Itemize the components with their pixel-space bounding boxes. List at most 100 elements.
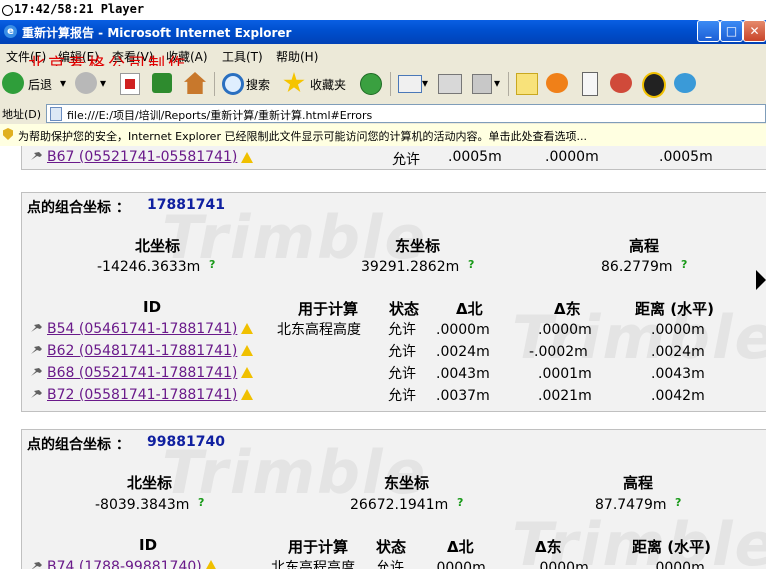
used-cell: 北东高程高度 <box>277 322 361 338</box>
toolbar-separator <box>508 72 509 96</box>
menu-tools[interactable]: 工具(T) <box>222 48 263 65</box>
home-icon[interactable] <box>184 72 206 94</box>
delta-east-cell: -.0002m <box>529 344 588 360</box>
research-icon[interactable] <box>610 73 632 93</box>
security-info-text[interactable]: 为帮助保护您的安全，Internet Explorer 已经限制此文件显示可能访… <box>18 128 587 144</box>
player-time: 17:42/58:21 Player <box>14 2 145 16</box>
pin-icon <box>30 151 43 161</box>
distance-cell: .0042m <box>651 388 705 404</box>
status-cell: 允许 <box>388 366 416 382</box>
pin-icon <box>30 323 43 333</box>
notes-icon[interactable] <box>516 73 538 95</box>
east-value: 26672.1941m <box>350 497 449 513</box>
status-cell: 允许 <box>392 152 420 168</box>
used-cell: 北东高程高度 <box>271 560 355 569</box>
warning-icon <box>241 345 253 356</box>
pin-icon <box>30 345 43 355</box>
close-button[interactable]: ✕ <box>743 20 766 42</box>
help-mark[interactable]: ? <box>457 496 463 509</box>
elevation-header: 高程 <box>623 474 654 492</box>
mail-icon[interactable] <box>398 75 422 93</box>
forward-dropdown-icon[interactable]: ▾ <box>100 76 106 90</box>
messenger-icon[interactable] <box>546 73 568 93</box>
pin-icon <box>30 389 43 399</box>
help-mark[interactable]: ? <box>209 258 215 271</box>
col-id: ID <box>143 298 162 316</box>
warning-icon <box>241 152 253 163</box>
device-icon[interactable] <box>582 72 598 96</box>
status-cell: 允许 <box>388 344 416 360</box>
observation-link[interactable]: B54 (05461741-17881741) <box>47 321 237 337</box>
col-status: 状态 <box>376 538 407 556</box>
maximize-button[interactable]: □ <box>720 20 743 42</box>
back-button-label[interactable]: 后退 <box>28 76 52 93</box>
status-cell: 允许 <box>376 560 404 569</box>
delta-north-cell: .0005m <box>448 149 502 165</box>
address-label: 地址(D) <box>2 108 42 121</box>
shield-icon <box>3 128 13 140</box>
observation-link[interactable]: B62 (05481741-17881741) <box>47 343 237 359</box>
status-cell: 允许 <box>388 388 416 404</box>
stop-icon[interactable] <box>120 73 140 95</box>
delta-north-cell: .0043m <box>436 366 490 382</box>
observation-link[interactable]: B72 (05581741-17881741) <box>47 387 237 403</box>
warning-icon <box>241 389 253 400</box>
mouse-cursor-icon <box>756 270 766 290</box>
delta-east-cell: .0000m <box>545 149 599 165</box>
forward-arrow-icon[interactable] <box>75 72 97 94</box>
col-status: 状态 <box>389 300 420 318</box>
help-mark[interactable]: ? <box>468 258 474 271</box>
history-icon[interactable] <box>360 73 382 95</box>
point-id: 99881740 <box>147 434 225 450</box>
search-button-label[interactable]: 搜索 <box>246 76 270 93</box>
favorites-star-icon[interactable] <box>283 72 305 93</box>
observation-link[interactable]: B74 (1788-99881740) <box>47 559 202 569</box>
window-titlebar: e 重新计算报告 - Microsoft Internet Explorer _… <box>0 20 766 44</box>
elevation-value: 87.7479m <box>595 497 667 513</box>
col-delta-east: Δ东 <box>535 538 562 556</box>
address-bar: 地址(D) file:///E:/项目/培训/Reports/重新计算/重新计算… <box>0 102 766 125</box>
refresh-icon[interactable] <box>152 73 172 93</box>
north-value: -14246.3633m <box>97 259 201 275</box>
address-url[interactable]: file:///E:/项目/培训/Reports/重新计算/重新计算.html#… <box>67 107 372 123</box>
elevation-header: 高程 <box>629 237 660 255</box>
delta-north-cell: .0000m <box>432 560 486 569</box>
contacts-icon[interactable] <box>674 73 696 93</box>
col-delta-east: Δ东 <box>554 300 581 318</box>
back-arrow-icon[interactable] <box>2 72 24 94</box>
col-delta-north: Δ北 <box>456 300 483 318</box>
favorites-button-label[interactable]: 收藏夹 <box>310 76 346 93</box>
print-icon[interactable] <box>438 74 462 94</box>
menu-help[interactable]: 帮助(H) <box>276 48 318 65</box>
edit-icon[interactable] <box>472 74 492 94</box>
help-mark[interactable]: ? <box>198 496 204 509</box>
report-content: B67 (05521741-05581741) 允许 .0005m .0000m… <box>0 146 766 569</box>
back-dropdown-icon[interactable]: ▾ <box>60 76 66 90</box>
east-header: 东坐标 <box>384 474 430 492</box>
warning-icon <box>241 367 253 378</box>
edit-dropdown-icon[interactable]: ▾ <box>494 76 500 90</box>
search-icon[interactable] <box>222 73 244 95</box>
pin-icon <box>30 367 43 377</box>
north-header: 北坐标 <box>127 474 173 492</box>
observation-link[interactable]: B67 (05521741-05581741) <box>47 149 237 165</box>
point-id: 17881741 <box>147 197 225 213</box>
east-header: 东坐标 <box>395 237 441 255</box>
security-info-bar[interactable]: 为帮助保护您的安全，Internet Explorer 已经限制此文件显示可能访… <box>0 124 766 147</box>
delta-north-cell: .0024m <box>436 344 490 360</box>
toolbar-separator <box>214 72 215 96</box>
observation-link[interactable]: B68 (05521741-17881741) <box>47 365 237 381</box>
player-time-strip: 17:42/58:21 Player <box>0 0 766 20</box>
minimize-button[interactable]: _ <box>697 20 720 42</box>
address-input[interactable]: file:///E:/项目/培训/Reports/重新计算/重新计算.html#… <box>46 104 766 123</box>
window-title: 重新计算报告 - Microsoft Internet Explorer <box>22 26 292 40</box>
help-mark[interactable]: ? <box>675 496 681 509</box>
col-delta-north: Δ北 <box>447 538 474 556</box>
qq-penguin-icon[interactable] <box>642 72 666 98</box>
delta-north-cell: .0000m <box>436 322 490 338</box>
status-cell: 允许 <box>388 322 416 338</box>
help-mark[interactable]: ? <box>681 258 687 271</box>
col-used: 用于计算 <box>288 538 349 556</box>
col-used: 用于计算 <box>298 300 359 318</box>
mail-dropdown-icon[interactable]: ▾ <box>422 76 428 90</box>
